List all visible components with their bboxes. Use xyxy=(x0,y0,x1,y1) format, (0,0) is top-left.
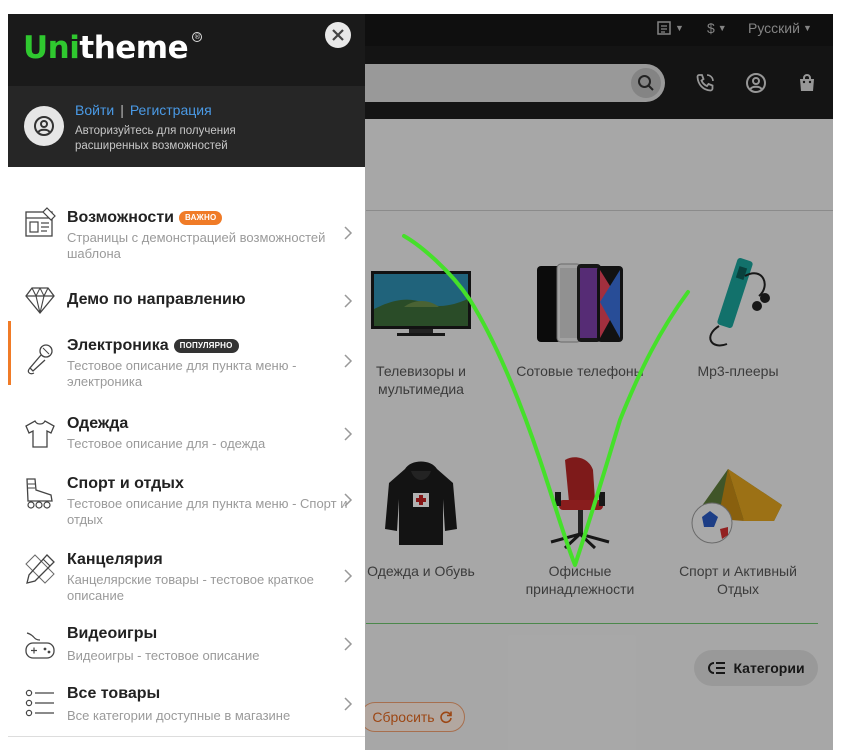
menu-item-title-text: Канцелярия xyxy=(67,551,163,568)
menu-item-title-text: Спорт и отдых xyxy=(67,475,184,492)
mobile-menu-drawer: Unitheme ® Войти | Регистрация Авторизуйте… xyxy=(8,14,365,750)
drawer-header: Unitheme ® xyxy=(8,14,365,86)
chevron-right-icon xyxy=(344,294,353,308)
layout-icon xyxy=(22,205,58,241)
chevron-right-icon xyxy=(344,427,353,441)
microphone-icon xyxy=(22,341,58,377)
list-icon xyxy=(22,685,58,721)
divider xyxy=(8,736,365,737)
menu-item-title: Канцелярия xyxy=(67,551,163,569)
popular-badge: ПОПУЛЯРНО xyxy=(173,339,239,353)
registered-mark: ® xyxy=(192,32,203,42)
menu-item-desc: Канцелярские товары - тестовое краткое о… xyxy=(67,572,314,603)
auth-links: Войти | Регистрация xyxy=(75,102,212,118)
menu-item-title-text: Возможности xyxy=(67,209,174,226)
close-icon xyxy=(332,29,344,41)
menu-item-desc: Тестовое описание для пункта меню - Спор… xyxy=(67,496,348,527)
gamepad-icon xyxy=(22,627,58,663)
menu-item-desc: Тестовое описание для - одежда xyxy=(67,436,266,451)
menu-item-title-text: Демо по направлению xyxy=(67,291,246,308)
diamond-icon xyxy=(22,282,58,318)
auth-panel: Войти | Регистрация Авторизуйтесь для полу… xyxy=(8,86,365,167)
auth-note: Авторизуйтесь для получения расширенных … xyxy=(75,125,236,152)
separator: | xyxy=(120,102,124,118)
rollerskate-icon xyxy=(22,475,58,511)
avatar[interactable] xyxy=(24,106,64,146)
login-link[interactable]: Войти xyxy=(75,102,114,118)
menu-item-title: Спорт и отдых xyxy=(67,475,184,493)
logo-part-uni: Uni xyxy=(23,30,80,66)
logo-part-theme: theme xyxy=(79,30,189,66)
menu-item-desc: Видеоигры - тестовое описание xyxy=(67,648,260,663)
pencil-ruler-icon xyxy=(22,551,58,587)
menu-item-title-text: Электроника xyxy=(67,337,169,354)
chevron-right-icon xyxy=(344,493,353,507)
chevron-right-icon xyxy=(344,637,353,651)
tshirt-icon xyxy=(22,416,58,452)
close-button[interactable] xyxy=(325,22,351,48)
menu-item-title: Демо по направлению xyxy=(67,291,246,309)
chevron-right-icon xyxy=(344,354,353,368)
menu-item-title: Электроника ПОПУЛЯРНО xyxy=(67,337,239,355)
important-badge: ВАЖНО xyxy=(179,211,223,225)
menu-item-title-text: Видеоигры xyxy=(67,625,158,642)
menu-item-title-text: Все товары xyxy=(67,685,161,702)
menu-item-title: Видеоигры xyxy=(67,625,157,643)
logo[interactable]: Unitheme ® xyxy=(23,30,203,66)
menu-item-title: Возможности ВАЖНО xyxy=(67,209,223,227)
chevron-right-icon xyxy=(344,697,353,711)
register-link[interactable]: Регистрация xyxy=(130,102,212,118)
chevron-right-icon xyxy=(344,569,353,583)
menu-item-title: Одежда xyxy=(67,415,128,433)
menu-item-desc: Страницы с демонстрацией возможностей ша… xyxy=(67,230,326,261)
menu-item-desc: Тестовое описание для пункта меню - элек… xyxy=(67,358,297,389)
user-circle-icon xyxy=(34,116,54,136)
menu-item-desc: Все категории доступные в магазине xyxy=(67,708,291,723)
chevron-right-icon xyxy=(344,226,353,240)
menu-item-title-text: Одежда xyxy=(67,415,129,432)
menu-item-title: Все товары xyxy=(67,685,160,703)
